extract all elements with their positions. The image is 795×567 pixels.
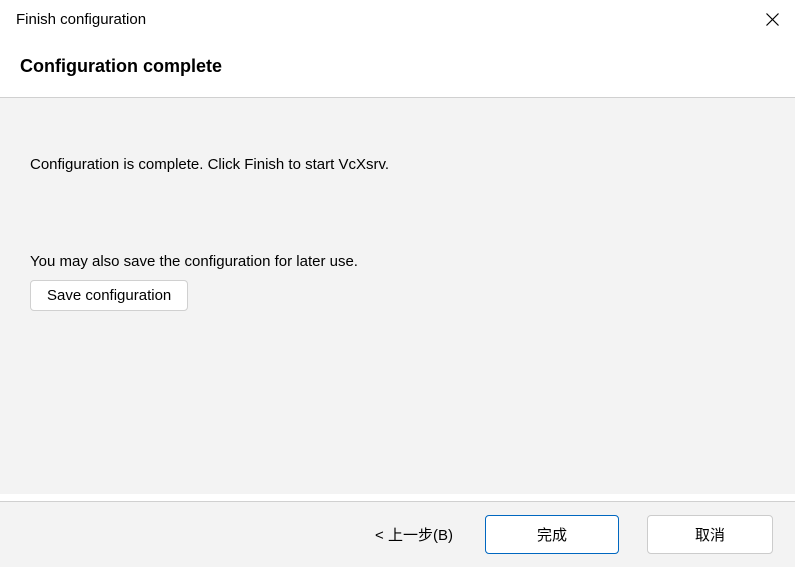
window-title: Finish configuration (16, 11, 146, 28)
footer: < 上一步(B) 完成 取消 (0, 501, 795, 567)
close-icon (766, 13, 779, 26)
cancel-button[interactable]: 取消 (647, 515, 773, 554)
save-section: You may also save the configuration for … (30, 253, 765, 311)
close-button[interactable] (749, 0, 795, 38)
content-area: Configuration is complete. Click Finish … (0, 98, 795, 494)
instruction-text: Configuration is complete. Click Finish … (30, 154, 765, 177)
save-instruction-text: You may also save the configuration for … (30, 253, 765, 270)
page-title: Configuration complete (20, 56, 775, 77)
finish-button[interactable]: 完成 (485, 515, 619, 554)
titlebar: Finish configuration (0, 0, 795, 38)
header: Configuration complete (0, 38, 795, 98)
save-configuration-button[interactable]: Save configuration (30, 280, 188, 311)
back-button[interactable]: < 上一步(B) (359, 516, 469, 553)
